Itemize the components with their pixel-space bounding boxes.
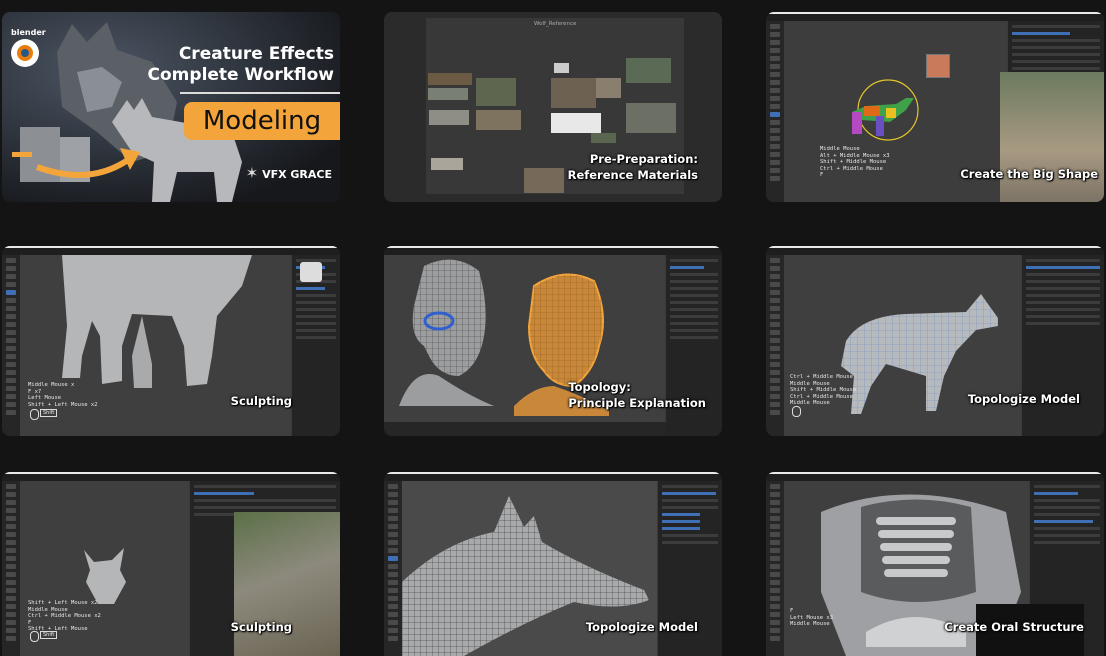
- modeling-badge: Modeling: [184, 102, 340, 140]
- intro-divider: [180, 92, 340, 94]
- caption-sculpting-2: Sculpting: [230, 620, 292, 634]
- intro-title-1: Creature Effects: [178, 44, 334, 64]
- caption-line-2: Principle Explanation: [568, 395, 706, 410]
- card-big-shape[interactable]: Middle Mouse Alt + Middle Mouse x3 Shift…: [766, 12, 1104, 202]
- caption-sculpting-1: Sculpting: [230, 394, 292, 408]
- card-topologize-2[interactable]: Topologize Model: [384, 472, 722, 656]
- blender-icon: [11, 39, 39, 67]
- card-pre-preparation[interactable]: Wolf_Reference Pre-Preparation: Referenc…: [384, 12, 722, 202]
- caption-line-1: Pre-Preparation:: [589, 152, 698, 166]
- shortcut-hints: Middle Mouse Alt + Middle Mouse x3 Shift…: [820, 146, 890, 178]
- brand-name: VFX GRACE: [262, 168, 332, 181]
- mouse-icon: [30, 631, 39, 642]
- caption-oral-structure: Create Oral Structure: [944, 620, 1084, 634]
- card-intro[interactable]: blender Creature Effects Complete Workfl…: [2, 12, 340, 202]
- blender-logo: blender: [11, 28, 46, 72]
- shift-key: Shift: [40, 409, 58, 417]
- caption-pre-preparation: Pre-Preparation: Reference Materials: [568, 152, 698, 183]
- caption-topologize-1: Topologize Model: [967, 392, 1080, 406]
- shortcut-hints: Ctrl + Middle Mouse Middle Mouse Shift +…: [790, 374, 857, 406]
- mouse-icon: [30, 409, 39, 420]
- card-sculpting-1[interactable]: Middle Mouse x F x7 Left Mouse Shift + L…: [2, 246, 340, 436]
- vf-icon: ✶: [245, 164, 259, 182]
- caption-topologize-2: Topologize Model: [585, 620, 698, 634]
- shift-key: Shift: [40, 631, 58, 639]
- brand-logo: ✶ VFX GRACE: [246, 164, 332, 182]
- caption-topology: Topology: Principle Explanation: [568, 380, 706, 411]
- intro-title-2: Complete Workflow: [147, 65, 334, 85]
- shortcut-hints: Shift + Left Mouse x2 Middle Mouse Ctrl …: [28, 600, 101, 632]
- card-oral-structure[interactable]: F Left Mouse x3 Middle Mouse Create Oral…: [766, 472, 1104, 656]
- caption-big-shape: Create the Big Shape: [960, 167, 1098, 181]
- blender-logo-text: blender: [11, 28, 46, 37]
- card-topologize-1[interactable]: Ctrl + Middle Mouse Middle Mouse Shift +…: [766, 246, 1104, 436]
- brush-preview: [300, 262, 322, 282]
- material-preview: [926, 54, 950, 78]
- shortcut-hints: Middle Mouse x F x7 Left Mouse Shift + L…: [28, 382, 98, 408]
- board-title: Wolf_Reference: [534, 21, 577, 27]
- shortcut-hints: F Left Mouse x3 Middle Mouse: [790, 608, 834, 627]
- card-sculpting-2[interactable]: Shift + Left Mouse x2 Middle Mouse Ctrl …: [2, 472, 340, 656]
- mouse-icon: [792, 406, 801, 417]
- caption-line-1: Topology:: [568, 380, 631, 394]
- card-topology[interactable]: Topology: Principle Explanation: [384, 246, 722, 436]
- caption-line-2: Reference Materials: [567, 167, 698, 182]
